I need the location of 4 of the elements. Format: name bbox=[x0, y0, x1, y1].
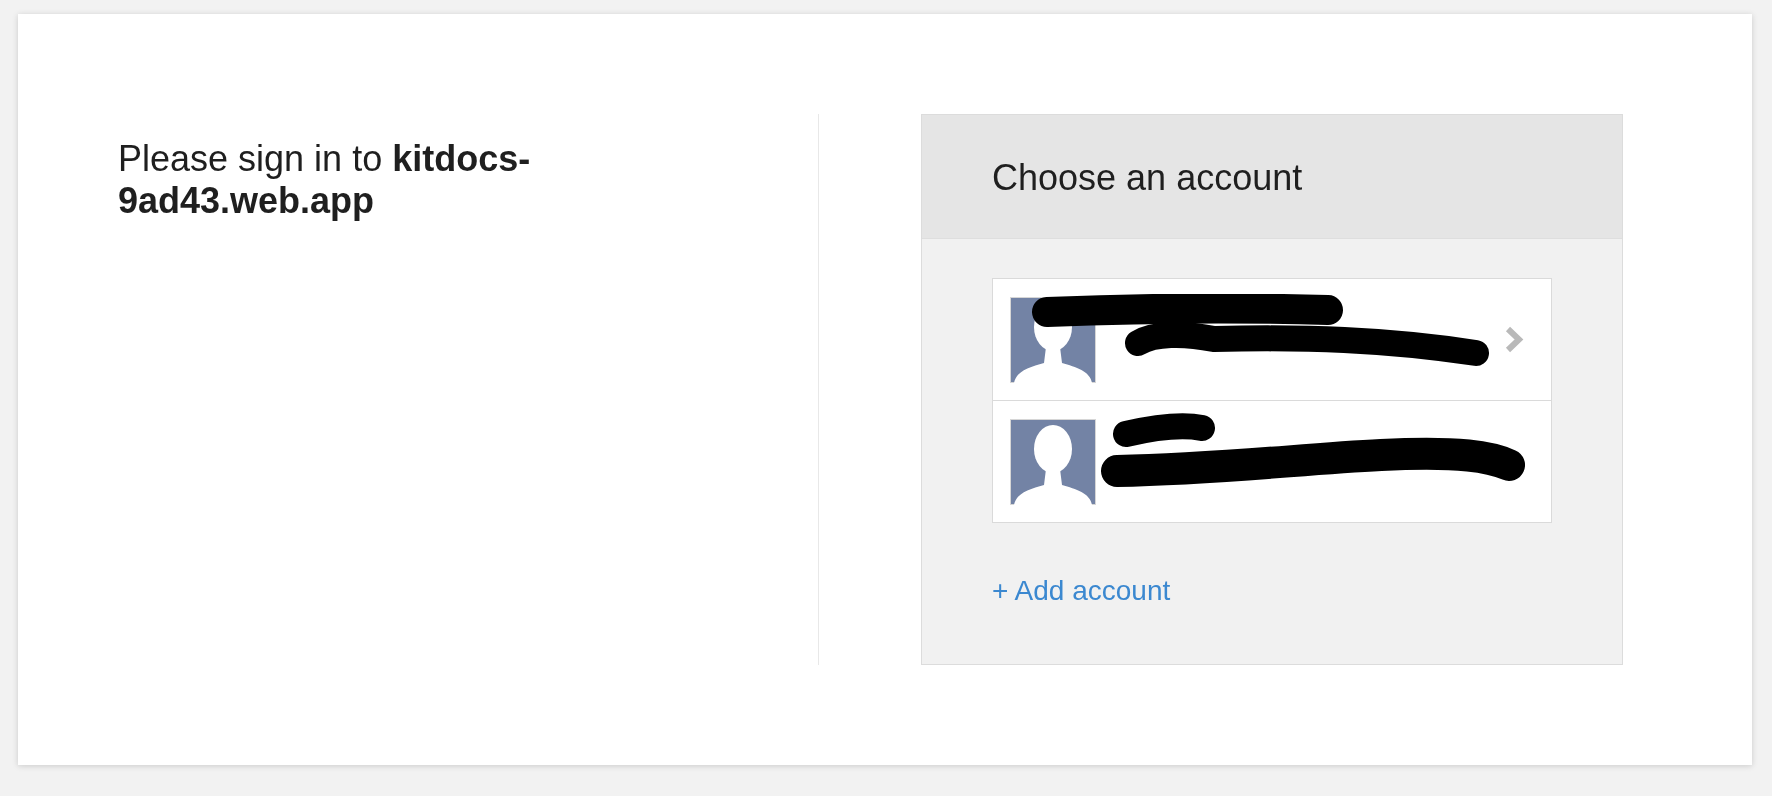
avatar-icon bbox=[1010, 418, 1096, 505]
add-account-link[interactable]: + Add account bbox=[992, 575, 1171, 607]
sign-in-prompt: Please sign in to kitdocs-9ad43.web.app bbox=[118, 138, 532, 222]
panel-title: Choose an account bbox=[992, 157, 1303, 198]
